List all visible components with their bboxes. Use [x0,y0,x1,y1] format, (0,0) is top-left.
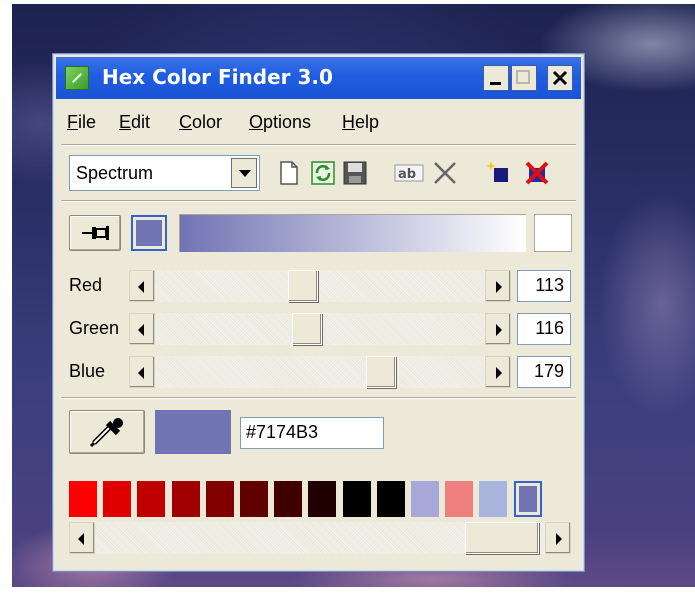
palette-swatch[interactable] [342,481,371,517]
remove-color-icon [525,161,549,185]
pin-icon [82,226,109,240]
red-slider[interactable] [129,270,511,302]
red-value-field[interactable]: 113 [517,270,571,302]
rename-button[interactable]: ab [393,159,424,187]
add-color-button[interactable] [485,159,513,187]
scrollbar-thumb[interactable] [465,522,539,554]
blue-slider-thumb[interactable] [365,356,396,388]
new-file-button[interactable] [275,159,303,187]
blue-value-field[interactable]: 179 [517,356,571,388]
blue-increase-button[interactable] [485,356,511,388]
app-window: Hex Color Finder 3.0 File Edit Color Opt… [52,53,585,572]
slider-separator [61,397,576,399]
green-increase-button[interactable] [485,313,511,345]
shade-gradient-bar[interactable] [179,214,526,252]
green-slider[interactable] [129,313,511,345]
current-color-swatch[interactable] [131,215,167,251]
green-slider-thumb[interactable] [291,313,322,345]
blue-slider[interactable] [129,356,511,388]
eyedropper-button[interactable] [69,410,145,454]
new-file-icon [280,161,298,185]
close-icon [552,70,568,86]
palette-swatch[interactable] [445,481,474,517]
green-label: Green [69,318,120,338]
menu-color[interactable]: Color [179,112,222,133]
maximize-button[interactable] [511,65,537,91]
menu-file[interactable]: File [67,112,96,133]
add-color-icon [486,161,508,182]
palette-swatch[interactable] [69,481,97,517]
blue-label: Blue [69,361,106,381]
menu-options[interactable]: Options [249,112,311,133]
hex-value-field[interactable]: #7174B3 [240,417,384,449]
scroll-right-button[interactable] [545,522,571,554]
save-icon [343,161,367,185]
palette-swatch[interactable] [308,481,337,517]
palette-scrollbar[interactable] [69,522,571,554]
palette-swatch[interactable] [411,481,439,517]
toolbar-separator [61,200,576,202]
rename-ab-icon: ab [394,164,424,182]
palette-select[interactable]: Spectrum [69,155,260,191]
scroll-left-button[interactable] [69,522,95,554]
menu-help[interactable]: Help [342,112,379,133]
color-preview [155,410,231,454]
delete-button[interactable] [431,159,459,187]
palette-swatch[interactable] [137,481,166,517]
menu-separator [61,144,576,146]
palette-swatch[interactable] [240,481,268,517]
palette-select-value: Spectrum [76,163,154,183]
delete-icon [434,162,456,184]
palette-swatch[interactable] [376,481,405,517]
pin-button[interactable] [69,215,121,251]
minimize-button[interactable] [483,65,509,91]
red-decrease-button[interactable] [129,270,155,302]
refresh-button[interactable] [309,159,337,187]
green-decrease-button[interactable] [129,313,155,345]
blue-decrease-button[interactable] [129,356,155,388]
palette-swatch[interactable] [205,481,234,517]
remove-color-button[interactable] [523,159,551,187]
current-color-fill [136,220,162,246]
app-icon [65,66,89,90]
green-value-field[interactable]: 116 [517,313,571,345]
save-button[interactable] [341,159,369,187]
red-increase-button[interactable] [485,270,511,302]
red-slider-thumb[interactable] [287,270,318,302]
palette-swatch[interactable] [513,481,542,517]
red-label: Red [69,275,103,295]
palette-swatch-fill [518,486,537,512]
white-swatch[interactable] [534,214,572,252]
chevron-down-icon[interactable] [231,158,257,188]
close-button[interactable] [547,65,573,91]
eyedropper-icon [89,418,123,448]
menu-edit[interactable]: Edit [119,112,150,133]
svg-text:ab: ab [398,167,416,182]
palette-swatch[interactable] [274,481,303,517]
refresh-icon [311,161,335,185]
palette-swatch[interactable] [171,481,200,517]
palette-swatch[interactable] [103,481,132,517]
title-bar[interactable]: Hex Color Finder 3.0 [56,57,581,99]
window-title: Hex Color Finder 3.0 [102,65,333,89]
palette-swatch[interactable] [479,481,508,517]
